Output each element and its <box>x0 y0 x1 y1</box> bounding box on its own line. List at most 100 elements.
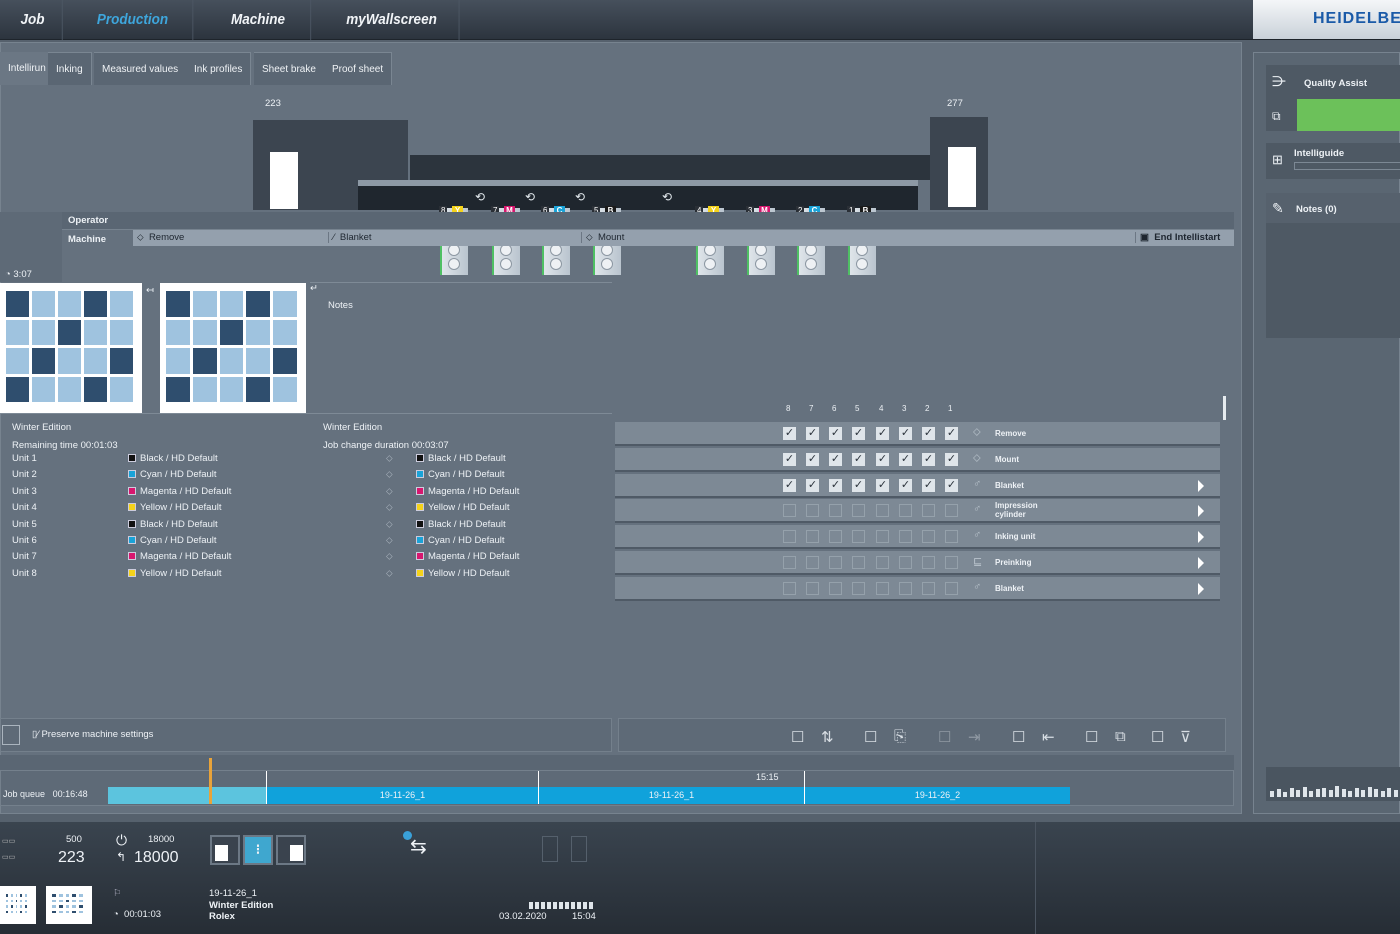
preserve-settings-button[interactable]: ▯⁄ Preserve machine settings <box>32 729 153 740</box>
unit-checkbox[interactable]: ✓ <box>876 478 889 492</box>
nav-tab-machine[interactable]: Machine <box>206 0 312 40</box>
unit-checkbox[interactable]: ✓ <box>852 427 865 440</box>
next-ink-entry[interactable]: Yellow / HD Default <box>416 568 510 579</box>
next-ink-entry[interactable]: Black / HD Default <box>416 519 506 530</box>
unit-checkbox[interactable]: ✓ <box>945 427 958 440</box>
feeder-mode-button[interactable] <box>210 835 240 865</box>
queue-job-2[interactable]: 19-11-26_1 <box>538 787 804 804</box>
unit-checkbox[interactable]: ✓ <box>783 427 796 440</box>
quality-assist-box[interactable]: ⋺ Quality Assist ⧉ <box>1266 65 1400 131</box>
unit-checkbox[interactable] <box>922 530 935 544</box>
return-icon[interactable]: ↵ <box>310 283 318 294</box>
select-box[interactable]: ☐ <box>864 728 877 746</box>
unit-checkbox[interactable] <box>806 504 819 518</box>
unit-checkbox[interactable] <box>876 530 889 544</box>
step-end-intellistart[interactable]: ▣ End Intellistart <box>1135 232 1220 243</box>
unit-checkbox[interactable] <box>922 556 935 569</box>
unit-checkbox[interactable]: ✓ <box>899 478 912 492</box>
current-job-thumbnail[interactable] <box>0 283 142 413</box>
expand-arrow-icon[interactable] <box>1198 505 1204 518</box>
delivery-mode-button[interactable] <box>276 835 306 865</box>
image-icon[interactable]: ⧉ <box>1115 728 1126 745</box>
job-change-icon[interactable]: ⇆ <box>410 834 427 859</box>
select-box[interactable]: ☐ <box>1012 728 1025 746</box>
unit-checkbox[interactable] <box>783 530 796 544</box>
next-ink-entry[interactable]: Magenta / HD Default <box>416 486 519 497</box>
queue-job-3[interactable]: 19-11-26_2 <box>804 787 1070 804</box>
subtab-sheet-brake[interactable]: Sheet brake <box>254 52 325 85</box>
next-ink-entry[interactable]: Cyan / HD Default <box>416 469 505 480</box>
unit-checkbox[interactable]: ✓ <box>806 452 819 466</box>
step-mount[interactable]: ⬦ Mount <box>581 232 624 243</box>
unit-checkbox[interactable] <box>829 504 842 518</box>
unit-checkbox[interactable]: ✓ <box>829 452 842 466</box>
image-settings-icon[interactable]: ⧉ <box>1272 109 1281 124</box>
unit-checkbox[interactable]: ✓ <box>945 478 958 492</box>
unit-checkbox[interactable] <box>945 581 958 595</box>
next-ink-entry[interactable]: Magenta / HD Default <box>416 551 519 562</box>
nav-tab-job[interactable]: Job <box>3 0 63 40</box>
queue-job-1[interactable]: 19-11-26_1 <box>266 787 538 804</box>
now-marker[interactable] <box>209 758 212 804</box>
unit-checkbox[interactable]: ✓ <box>829 478 842 492</box>
unit-checkbox[interactable] <box>922 581 935 595</box>
next-job-thumbnail[interactable] <box>160 283 306 413</box>
current-job-progress[interactable] <box>108 787 266 804</box>
subtab-inking[interactable]: Inking <box>48 52 92 85</box>
current-ink-entry[interactable]: Black / HD Default <box>128 453 218 464</box>
subtab-proof-sheet[interactable]: Proof sheet <box>324 52 393 85</box>
next-ink-entry[interactable]: Cyan / HD Default <box>416 535 505 546</box>
nav-tab-mywallscreen[interactable]: myWallscreen <box>325 0 460 40</box>
expand-arrow-icon[interactable] <box>1198 531 1204 544</box>
unit-checkbox[interactable] <box>876 581 889 595</box>
current-ink-entry[interactable]: Magenta / HD Default <box>128 551 231 562</box>
unit-checkbox[interactable]: ✓ <box>945 452 958 466</box>
unit-checkbox[interactable] <box>806 530 819 544</box>
current-job-mini-thumbnail[interactable] <box>0 886 36 924</box>
unit-checkbox[interactable]: ✓ <box>899 452 912 466</box>
unit-checkbox[interactable] <box>899 556 912 569</box>
unit-checkbox[interactable] <box>899 504 912 518</box>
unit-checkbox[interactable]: ✓ <box>829 427 842 440</box>
press-mode-button[interactable]: ⁝ <box>243 835 273 865</box>
unit-checkbox[interactable]: ✓ <box>852 452 865 466</box>
unit-checkbox[interactable] <box>852 530 865 544</box>
unit-checkbox[interactable] <box>876 504 889 518</box>
unit-checkbox[interactable] <box>806 556 819 569</box>
subtab-measured-values[interactable]: Measured values <box>94 52 188 85</box>
subtab-intellirun[interactable]: Intellirun <box>0 52 55 85</box>
unit-checkbox[interactable]: ✓ <box>922 478 935 492</box>
preserve-checkbox[interactable] <box>2 725 20 745</box>
intelliguide-box[interactable]: ⊞ Intelliguide <box>1266 143 1400 179</box>
unit-checkbox[interactable]: ✓ <box>852 478 865 492</box>
unit-checkbox[interactable] <box>783 581 796 595</box>
unit-checkbox[interactable] <box>852 581 865 595</box>
pull-icon[interactable]: ⇥ <box>968 728 981 746</box>
expand-arrow-icon[interactable] <box>1198 582 1204 595</box>
subtab-ink-profiles[interactable]: Ink profiles <box>186 52 252 85</box>
unit-checkbox[interactable] <box>945 530 958 544</box>
unit-checkbox[interactable] <box>922 504 935 518</box>
unit-checkbox[interactable]: ✓ <box>876 427 889 440</box>
unit-checkbox[interactable]: ✓ <box>922 427 935 440</box>
unit-checkbox[interactable] <box>829 530 842 544</box>
select-box[interactable]: ☐ <box>1085 728 1098 746</box>
step-blanket[interactable]: ⁄ Blanket <box>328 232 372 243</box>
next-ink-entry[interactable]: Black / HD Default <box>416 453 506 464</box>
current-ink-entry[interactable]: Black / HD Default <box>128 519 218 530</box>
unit-checkbox[interactable] <box>899 581 912 595</box>
unit-checkbox[interactable] <box>783 504 796 518</box>
unit-sync-icon[interactable]: ⇅ <box>821 728 834 746</box>
unit-checkbox[interactable] <box>829 581 842 595</box>
unit-checkbox[interactable]: ✓ <box>806 478 819 492</box>
expand-arrow-icon[interactable] <box>1198 557 1204 569</box>
next-job-mini-thumbnail[interactable] <box>46 886 92 924</box>
unit-checkbox[interactable] <box>783 556 796 569</box>
swap-icon[interactable]: ↤ <box>146 285 154 296</box>
insert-icon[interactable]: ⇤ <box>1042 728 1055 746</box>
unit-checkbox[interactable]: ✓ <box>783 478 796 492</box>
unit-checkbox[interactable] <box>852 504 865 518</box>
select-box[interactable]: ☐ <box>1151 728 1164 746</box>
notes-box[interactable]: ✎ Notes (0) <box>1266 193 1400 338</box>
unit-checkbox[interactable]: ✓ <box>806 427 819 440</box>
